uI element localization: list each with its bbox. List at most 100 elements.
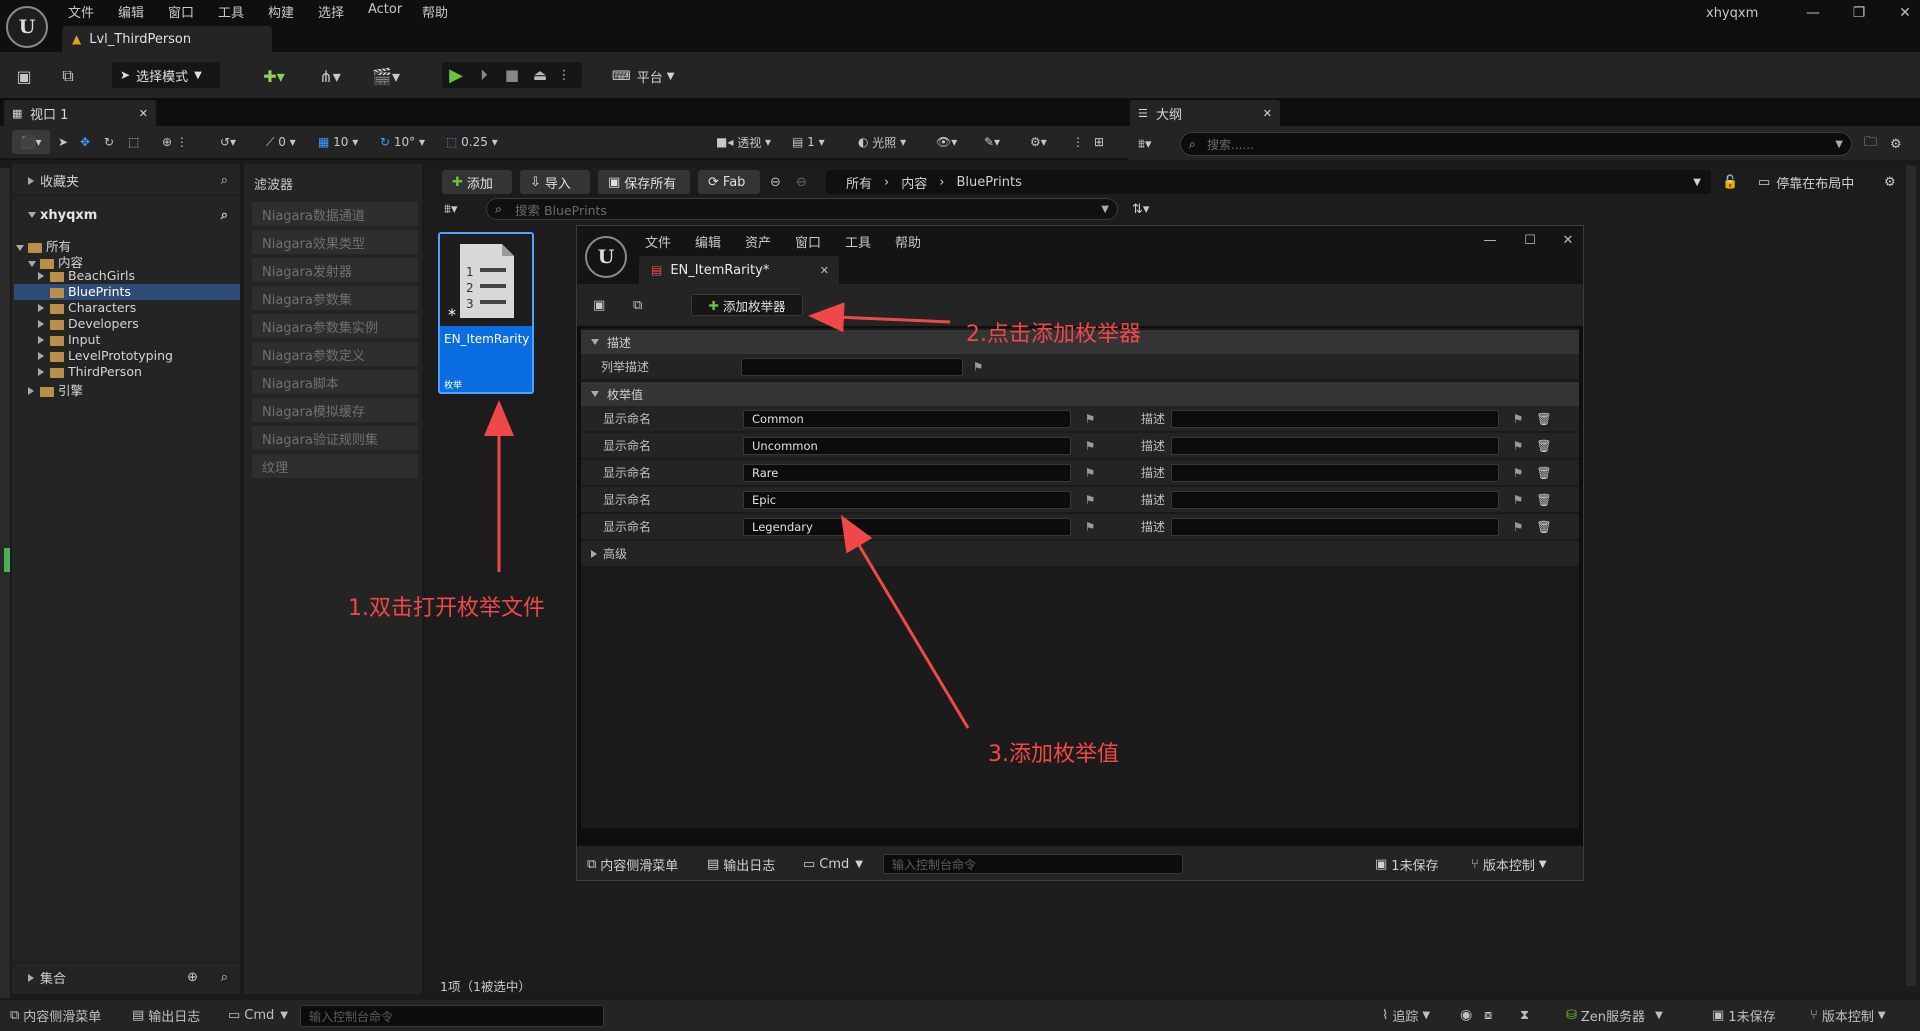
chevron-down-icon[interactable]: ▼ xyxy=(1693,177,1701,188)
filter-item[interactable]: Niagara数据通道 xyxy=(252,202,418,226)
back-icon[interactable]: ⊖ xyxy=(770,170,781,194)
breadcrumb-item[interactable]: 所有 xyxy=(846,173,872,192)
save-icon[interactable]: ▣ xyxy=(12,64,36,88)
camera-speed-dropdown[interactable]: ▤ 1 ▾ xyxy=(792,130,825,154)
import-button[interactable]: ⇩ 导入 xyxy=(520,170,590,194)
menu-file[interactable]: 文件 xyxy=(68,2,94,24)
dock-layout-button[interactable]: ▭ 停靠在布局中 xyxy=(1758,170,1854,194)
close-icon[interactable]: ✕ xyxy=(1263,107,1272,120)
version-control-button[interactable]: ⑂ 版本控制 ▼ xyxy=(1810,1004,1886,1026)
editor-unsaved-button[interactable]: ▣ 1未保存 xyxy=(1375,854,1439,874)
tree-item-levelprototyping[interactable]: LevelPrototyping xyxy=(38,348,173,364)
editor-cmd-dropdown[interactable]: ▭ Cmd ▼ xyxy=(803,854,863,874)
filter-item[interactable]: Niagara效果类型 xyxy=(252,230,418,254)
flag-icon[interactable]: ⚑ xyxy=(1511,466,1525,480)
browse-icon[interactable]: ⧉ xyxy=(56,64,80,88)
display-name-field[interactable]: Common xyxy=(743,410,1071,428)
editor-close-button[interactable]: ✕ xyxy=(1553,228,1583,252)
layout-icon[interactable]: ⊞ xyxy=(1094,130,1104,154)
content-search-input[interactable]: ⌕ 搜索 BluePrints ▼ xyxy=(486,198,1118,220)
tree-item-characters[interactable]: Characters xyxy=(38,300,136,316)
close-icon[interactable]: ✕ xyxy=(820,264,829,277)
collections-header[interactable]: 集合 ⊕ ⌕ xyxy=(12,962,240,992)
scale-tool-icon[interactable]: ⬚ xyxy=(128,130,139,154)
flag-icon[interactable]: ⚑ xyxy=(1083,520,1097,534)
browse-icon[interactable]: ⧉ xyxy=(633,294,642,316)
breadcrumb-item[interactable]: 内容 xyxy=(901,173,927,192)
tree-item-engine[interactable]: 引擎 xyxy=(28,380,83,398)
add-actor-icon[interactable]: ✚▾ xyxy=(254,64,294,88)
tree-item-beachgirls[interactable]: BeachGirls xyxy=(38,268,135,284)
editor-menu-window[interactable]: 窗口 xyxy=(795,232,821,251)
surface-snap-icon[interactable]: ↺▾ xyxy=(220,130,236,154)
flag-icon[interactable]: ⚑ xyxy=(1083,439,1097,453)
more-options-icon[interactable]: ⋮ xyxy=(554,68,574,83)
eject-icon[interactable]: ⏏ xyxy=(526,66,554,84)
select-mode-dropdown[interactable]: ➤ 选择模式 ▼ xyxy=(112,62,220,88)
lock-icon[interactable]: 🔓 xyxy=(1722,170,1738,194)
screenshot-icon[interactable]: ⧇ xyxy=(1484,1004,1492,1026)
section-enum-values[interactable]: 枚举值 xyxy=(581,382,1579,406)
flag-icon[interactable]: ⚑ xyxy=(1083,412,1097,426)
add-folder-icon[interactable]: 🗀 xyxy=(1864,132,1877,156)
filter-dropdown-icon[interactable]: ⩩▾ xyxy=(444,198,457,220)
filter-icon[interactable]: ⩩▾ xyxy=(1138,132,1151,156)
display-name-field[interactable]: Legendary xyxy=(743,518,1071,536)
show-flags-dropdown[interactable]: 👁▾ xyxy=(936,130,957,154)
lighting-dropdown[interactable]: ◐ 光照 ▾ xyxy=(858,130,906,154)
perspective-dropdown[interactable]: ■◂ 透视 ▾ xyxy=(716,130,771,154)
tree-item-input[interactable]: Input xyxy=(38,332,100,348)
trace-dropdown[interactable]: ⌇ 追踪 ▼ xyxy=(1382,1004,1430,1026)
flag-icon[interactable]: ⚑ xyxy=(1511,412,1525,426)
filter-item[interactable]: Niagara发射器 xyxy=(252,258,418,282)
tree-item-all[interactable]: 所有 xyxy=(16,236,71,254)
flag-icon[interactable]: ⚑ xyxy=(1083,493,1097,507)
asset-tile[interactable]: 1 2 3 * EN_ItemRarity 枚举 xyxy=(438,232,534,394)
filter-item[interactable]: 纹理 xyxy=(252,454,418,478)
outliner-tab[interactable]: ☰ 大纲 ✕ xyxy=(1130,100,1280,126)
delete-icon[interactable]: 🗑 xyxy=(1536,412,1551,426)
favorites-header[interactable]: 收藏夹 ⌕ xyxy=(12,166,240,196)
unreal-logo-icon[interactable]: U xyxy=(585,236,627,278)
scrollbar[interactable] xyxy=(1906,166,1916,986)
delete-icon[interactable]: 🗑 xyxy=(1536,466,1551,480)
menu-build[interactable]: 构建 xyxy=(268,2,294,24)
delete-icon[interactable]: 🗑 xyxy=(1536,439,1551,453)
editor-output-log-button[interactable]: ▤ 输出日志 xyxy=(707,854,775,874)
filter-item[interactable]: Niagara脚本 xyxy=(252,370,418,394)
world-space-icon[interactable]: ⊕ ⋮ xyxy=(162,130,188,154)
chevron-down-icon[interactable]: ▼ xyxy=(1835,139,1843,150)
settings-dropdown[interactable]: ⚙▾ xyxy=(1030,130,1047,154)
editor-menu-help[interactable]: 帮助 xyxy=(895,232,921,251)
output-log-button[interactable]: ▤ 输出日志 xyxy=(132,1004,200,1026)
gear-icon[interactable]: ⚙ xyxy=(1884,170,1896,194)
console-input[interactable]: 输入控制台命令 xyxy=(300,1005,604,1027)
move-tool-icon[interactable]: ✥ xyxy=(80,130,90,154)
level-tab[interactable]: ▲ Lvl_ThirdPerson xyxy=(62,26,272,52)
gear-icon[interactable]: ⚙ xyxy=(1890,132,1902,156)
grid-snap-toggle[interactable]: ▦ 10 ▾ xyxy=(318,130,358,154)
filter-item[interactable]: Niagara参数集实例 xyxy=(252,314,418,338)
fab-button[interactable]: ⟳ Fab xyxy=(698,170,760,194)
chevron-down-icon[interactable]: ▼ xyxy=(1101,204,1109,215)
blueprint-icon[interactable]: ⋔▾ xyxy=(310,64,350,88)
display-name-field[interactable]: Epic xyxy=(743,491,1071,509)
cinematics-icon[interactable]: 🎬▾ xyxy=(366,64,406,88)
tree-item-developers[interactable]: Developers xyxy=(38,316,139,332)
close-icon[interactable]: ✕ xyxy=(139,107,148,120)
step-icon[interactable]: ⏵ xyxy=(470,66,498,84)
advanced-row[interactable]: 高级 xyxy=(581,541,1579,567)
derived-data-icon[interactable]: ⧗ xyxy=(1520,1004,1529,1026)
description-field[interactable] xyxy=(1171,518,1499,536)
content-drawer-button[interactable]: ⧉ 内容侧滑菜单 xyxy=(10,1004,101,1026)
editor-tab[interactable]: ▤ EN_ItemRarity* ✕ xyxy=(639,256,839,284)
filter-item[interactable]: Niagara参数定义 xyxy=(252,342,418,366)
outliner-search-input[interactable]: ⌕ 搜索...... ▼ xyxy=(1180,132,1852,156)
unsaved-button[interactable]: ▣ 1未保存 xyxy=(1712,1004,1776,1026)
editor-menu-tools[interactable]: 工具 xyxy=(845,232,871,251)
filter-item[interactable]: Niagara模拟缓存 xyxy=(252,398,418,422)
cmd-dropdown[interactable]: ▭ Cmd ▼ xyxy=(228,1004,288,1026)
add-collection-icon[interactable]: ⊕ xyxy=(187,970,198,985)
flag-icon[interactable]: ⚑ xyxy=(1511,493,1525,507)
editor-content-drawer-button[interactable]: ⧉ 内容侧滑菜单 xyxy=(587,854,678,874)
